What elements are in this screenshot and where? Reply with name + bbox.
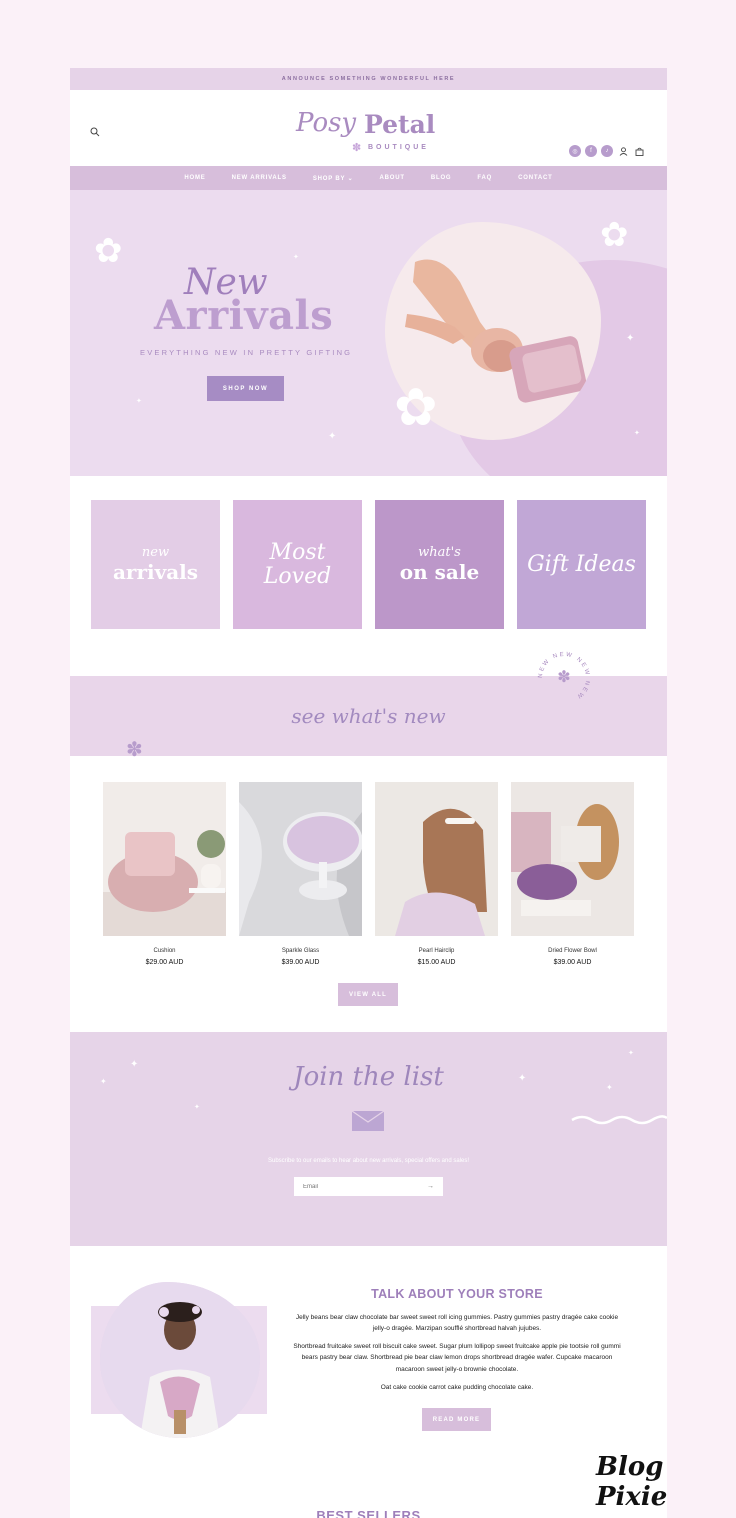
product-price: $29.00 AUD (145, 959, 184, 966)
hero-subtitle: EVERYTHING NEW IN PRETTY GIFTING (140, 348, 353, 357)
view-all-button[interactable]: VIEW ALL (338, 983, 398, 1006)
collection-tiles: new arrivals Most Loved what's on sale G… (70, 476, 667, 676)
account-icon[interactable] (617, 145, 629, 157)
nav-item-about[interactable]: ABOUT (380, 175, 405, 181)
about-paragraph: Jelly beans bear claw chocolate bar swee… (295, 1314, 619, 1333)
store-logo[interactable]: Posy Petal ✽ BOUTIQUE (292, 106, 442, 156)
product-name: Pearl Hairclip (418, 948, 455, 954)
tile-bold: on sale (399, 560, 480, 584)
email-field: → (294, 1177, 443, 1196)
product-card[interactable]: Pearl Hairclip $15.00 AUD (375, 782, 498, 966)
product-image-cushion (103, 782, 226, 936)
header: Posy Petal ✽ BOUTIQUE ◎ f ♪ (70, 90, 667, 166)
hero-section: ✿ ✿ ✦ ✦ ✦ ✦ ✦ New Arrivals EVERYTHING NE… (70, 190, 667, 476)
sparkle-icon: ✦ (328, 431, 337, 442)
tiktok-icon[interactable]: ♪ (601, 145, 613, 157)
product-card[interactable]: Sparkle Glass $39.00 AUD (239, 782, 363, 966)
about-section: TALK ABOUT YOUR STORE Jelly beans bear c… (70, 1246, 667, 1486)
product-grid: Cushion $29.00 AUD Sparkle Glass $39.00 … (70, 756, 667, 1032)
nav-item-contact[interactable]: CONTACT (518, 175, 552, 181)
nav-item-new-arrivals[interactable]: NEW ARRIVALS (232, 175, 287, 181)
about-title: TALK ABOUT YOUR STORE (371, 1287, 543, 1301)
about-paragraph: Shortbread fruitcake sweet roll biscuit … (293, 1343, 621, 1373)
product-name: Sparkle Glass (281, 948, 320, 954)
shop-now-button[interactable]: SHOP NOW (207, 376, 284, 401)
product-price: $15.00 AUD (417, 959, 456, 966)
email-input[interactable] (303, 1183, 413, 1190)
product-image-sparkle-glass (239, 782, 363, 936)
main-nav: HOME NEW ARRIVALS SHOP BY ⌄ ABOUT BLOG F… (70, 166, 667, 190)
sparkle-icon: ✦ (293, 254, 299, 261)
announcement-bar: ANNOUNCE SOMETHING WONDERFUL HERE (70, 68, 667, 90)
nav-item-shop-by[interactable]: SHOP BY ⌄ (313, 175, 354, 182)
sparkle-icon: ✦ (628, 1050, 634, 1057)
daisy-icon: ✿ (94, 232, 123, 270)
product-name: Cushion (153, 948, 176, 954)
best-sellers-section: BEST SELLERS (70, 1486, 667, 1518)
product-card[interactable]: Cushion $29.00 AUD (103, 782, 226, 966)
wave-line-icon (571, 1115, 667, 1125)
daisy-icon: ✿ (394, 379, 438, 437)
facebook-icon[interactable]: f (585, 145, 597, 157)
see-whats-new-banner: see what's new NEW NEW NEW NEW ✽ ✽ (70, 652, 667, 760)
logo-script: Posy (296, 108, 357, 138)
instagram-icon[interactable]: ◎ (569, 145, 581, 157)
newsletter-subtitle: Subscribe to our emails to hear about ne… (268, 1158, 469, 1164)
logo-bold: Petal (364, 110, 436, 139)
tile-script: new (141, 545, 170, 560)
tile-on-sale[interactable]: what's on sale (375, 500, 504, 629)
header-icons: ◎ f ♪ (569, 145, 645, 157)
sparkle-icon: ✦ (136, 398, 142, 405)
svg-text:✽: ✽ (557, 669, 570, 686)
banner-title: see what's new (291, 704, 446, 728)
search-icon[interactable] (90, 124, 100, 137)
tile-script: Gift Ideas (527, 551, 636, 577)
tile-script: Most Loved (263, 540, 332, 589)
daisy-icon: ✿ (600, 216, 629, 254)
nav-item-home[interactable]: HOME (184, 175, 205, 181)
product-card[interactable]: Dried Flower Bowl $39.00 AUD (511, 782, 634, 966)
logo-subtitle: BOUTIQUE (368, 144, 429, 151)
tile-script: what's (418, 545, 461, 560)
envelope-icon (352, 1111, 384, 1131)
tile-gift-ideas[interactable]: Gift Ideas (517, 500, 646, 629)
product-price: $39.00 AUD (553, 959, 592, 966)
product-price: $39.00 AUD (281, 959, 320, 966)
product-name: Dried Flower Bowl (548, 948, 597, 954)
sparkle-icon: ✦ (626, 333, 635, 344)
best-sellers-title: BEST SELLERS (316, 1508, 421, 1518)
submit-arrow-icon[interactable]: → (427, 1183, 434, 1190)
product-image-pearl-hairclip (375, 782, 498, 936)
newsletter-section: ✦ ✦ ✦ ✦ ✦ ✦ Join the list Subscribe to o… (70, 1032, 667, 1246)
read-more-button[interactable]: READ MORE (422, 1408, 491, 1431)
product-image-dried-flower-bowl (511, 782, 634, 936)
newsletter-title: Join the list (293, 1062, 444, 1092)
cart-icon[interactable] (633, 145, 645, 157)
sparkle-icon: ✦ (194, 1104, 200, 1111)
hero-title: Arrivals (154, 292, 334, 339)
tile-new-arrivals[interactable]: new arrivals (91, 500, 220, 629)
sparkle-icon: ✦ (634, 430, 640, 437)
nav-item-blog[interactable]: BLOG (431, 175, 452, 181)
logo-flower-icon: ✽ (352, 142, 362, 154)
page-frame: ANNOUNCE SOMETHING WONDERFUL HERE Posy P… (70, 68, 667, 1518)
tile-bold: arrivals (112, 560, 199, 584)
new-badge-icon: NEW NEW NEW NEW ✽ (538, 652, 588, 700)
about-paragraph: Oat cake cookie carrot cake pudding choc… (380, 1384, 534, 1391)
nav-item-faq[interactable]: FAQ (477, 175, 492, 181)
blog-pixie-signature: Blog Pixie (596, 1452, 668, 1512)
tile-most-loved[interactable]: Most Loved (233, 500, 362, 629)
